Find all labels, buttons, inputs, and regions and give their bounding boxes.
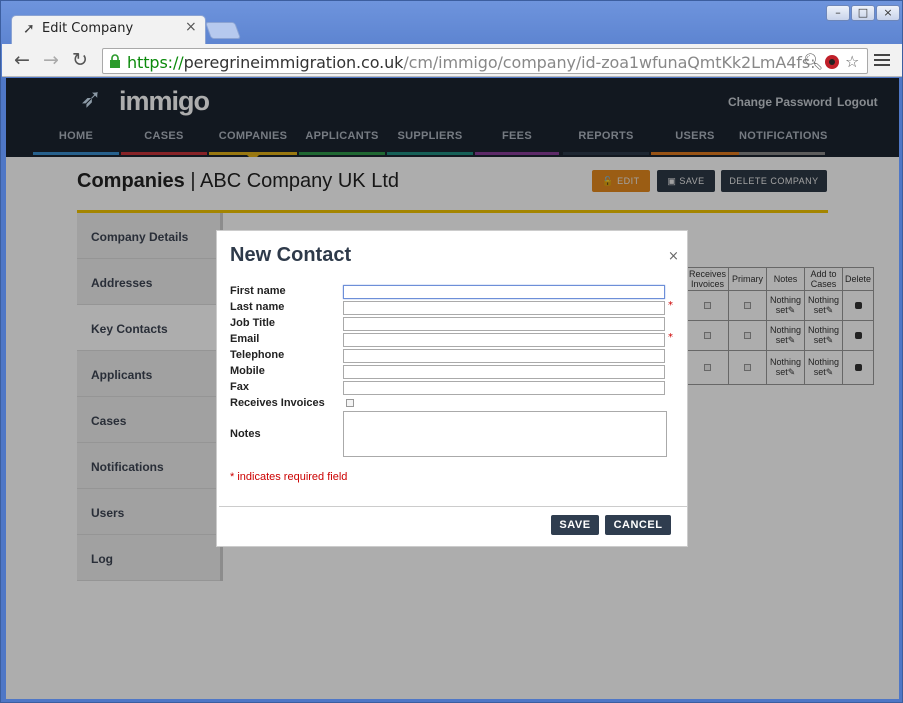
fax-input[interactable] [343, 381, 665, 395]
browser-window: ➚ Edit Company × – □ × ← → ↻ https://per… [0, 0, 903, 703]
last-name-row: Last name * [230, 300, 680, 317]
menu-icon[interactable] [874, 52, 890, 68]
minimize-button[interactable]: – [826, 5, 850, 21]
modal-title: New Contact [230, 244, 352, 266]
required-note: * indicates required field [230, 471, 348, 483]
email-input[interactable] [343, 333, 665, 347]
close-icon[interactable]: × [668, 249, 679, 264]
back-icon[interactable]: ← [11, 49, 33, 71]
modal-divider [219, 506, 687, 507]
fax-label: Fax [230, 381, 249, 393]
mobile-label: Mobile [230, 365, 265, 377]
telephone-label: Telephone [230, 349, 285, 361]
lock-icon [110, 54, 120, 68]
first-name-row: First name [230, 285, 680, 301]
last-name-input[interactable] [343, 301, 665, 315]
extension-icon[interactable] [824, 54, 840, 70]
web-page: ➶ immigo Change Password Logout HOME CASE… [6, 78, 899, 699]
job-title-label: Job Title [230, 317, 276, 329]
star-icon[interactable]: ☆ [845, 52, 859, 71]
address-bar[interactable]: https://peregrineimmigration.co.uk/cm/im… [102, 48, 868, 74]
email-label: Email [230, 333, 260, 345]
first-name-label: First name [230, 285, 286, 297]
forward-icon[interactable]: → [40, 49, 62, 71]
notes-textarea[interactable] [343, 411, 667, 457]
telephone-row: Telephone [230, 349, 680, 365]
required-asterisk: * [668, 332, 673, 343]
reload-icon[interactable]: ↻ [69, 49, 91, 71]
close-tab-icon[interactable]: × [185, 19, 197, 35]
search-icon[interactable]: 🔍︎ [803, 52, 823, 71]
job-title-row: Job Title [230, 317, 680, 333]
required-asterisk: * [668, 300, 673, 311]
job-title-input[interactable] [343, 317, 665, 331]
last-name-label: Last name [230, 301, 285, 313]
receives-invoices-checkbox[interactable] [346, 399, 354, 407]
save-button[interactable]: SAVE [551, 515, 599, 535]
email-row: Email * [230, 332, 680, 349]
url-text: https://peregrineimmigration.co.uk/cm/im… [127, 53, 816, 72]
browser-toolbar: ← → ↻ https://peregrineimmigration.co.uk… [2, 44, 902, 77]
close-window-button[interactable]: × [876, 5, 900, 21]
new-contact-modal: New Contact × First name Last name * Job Ti… [216, 230, 688, 547]
tab-title: Edit Company [42, 21, 134, 36]
cancel-button[interactable]: CANCEL [605, 515, 671, 535]
fax-row: Fax [230, 381, 680, 397]
mobile-row: Mobile [230, 365, 680, 381]
telephone-input[interactable] [343, 349, 665, 363]
maximize-button[interactable]: □ [851, 5, 875, 21]
new-tab-button[interactable] [204, 22, 242, 39]
receives-invoices-label: Receives Invoices [230, 397, 325, 409]
bird-favicon-icon: ➚ [23, 21, 35, 37]
notes-row: Notes [230, 411, 680, 457]
mobile-input[interactable] [343, 365, 665, 379]
notes-label: Notes [230, 428, 261, 440]
first-name-input[interactable] [343, 285, 665, 299]
